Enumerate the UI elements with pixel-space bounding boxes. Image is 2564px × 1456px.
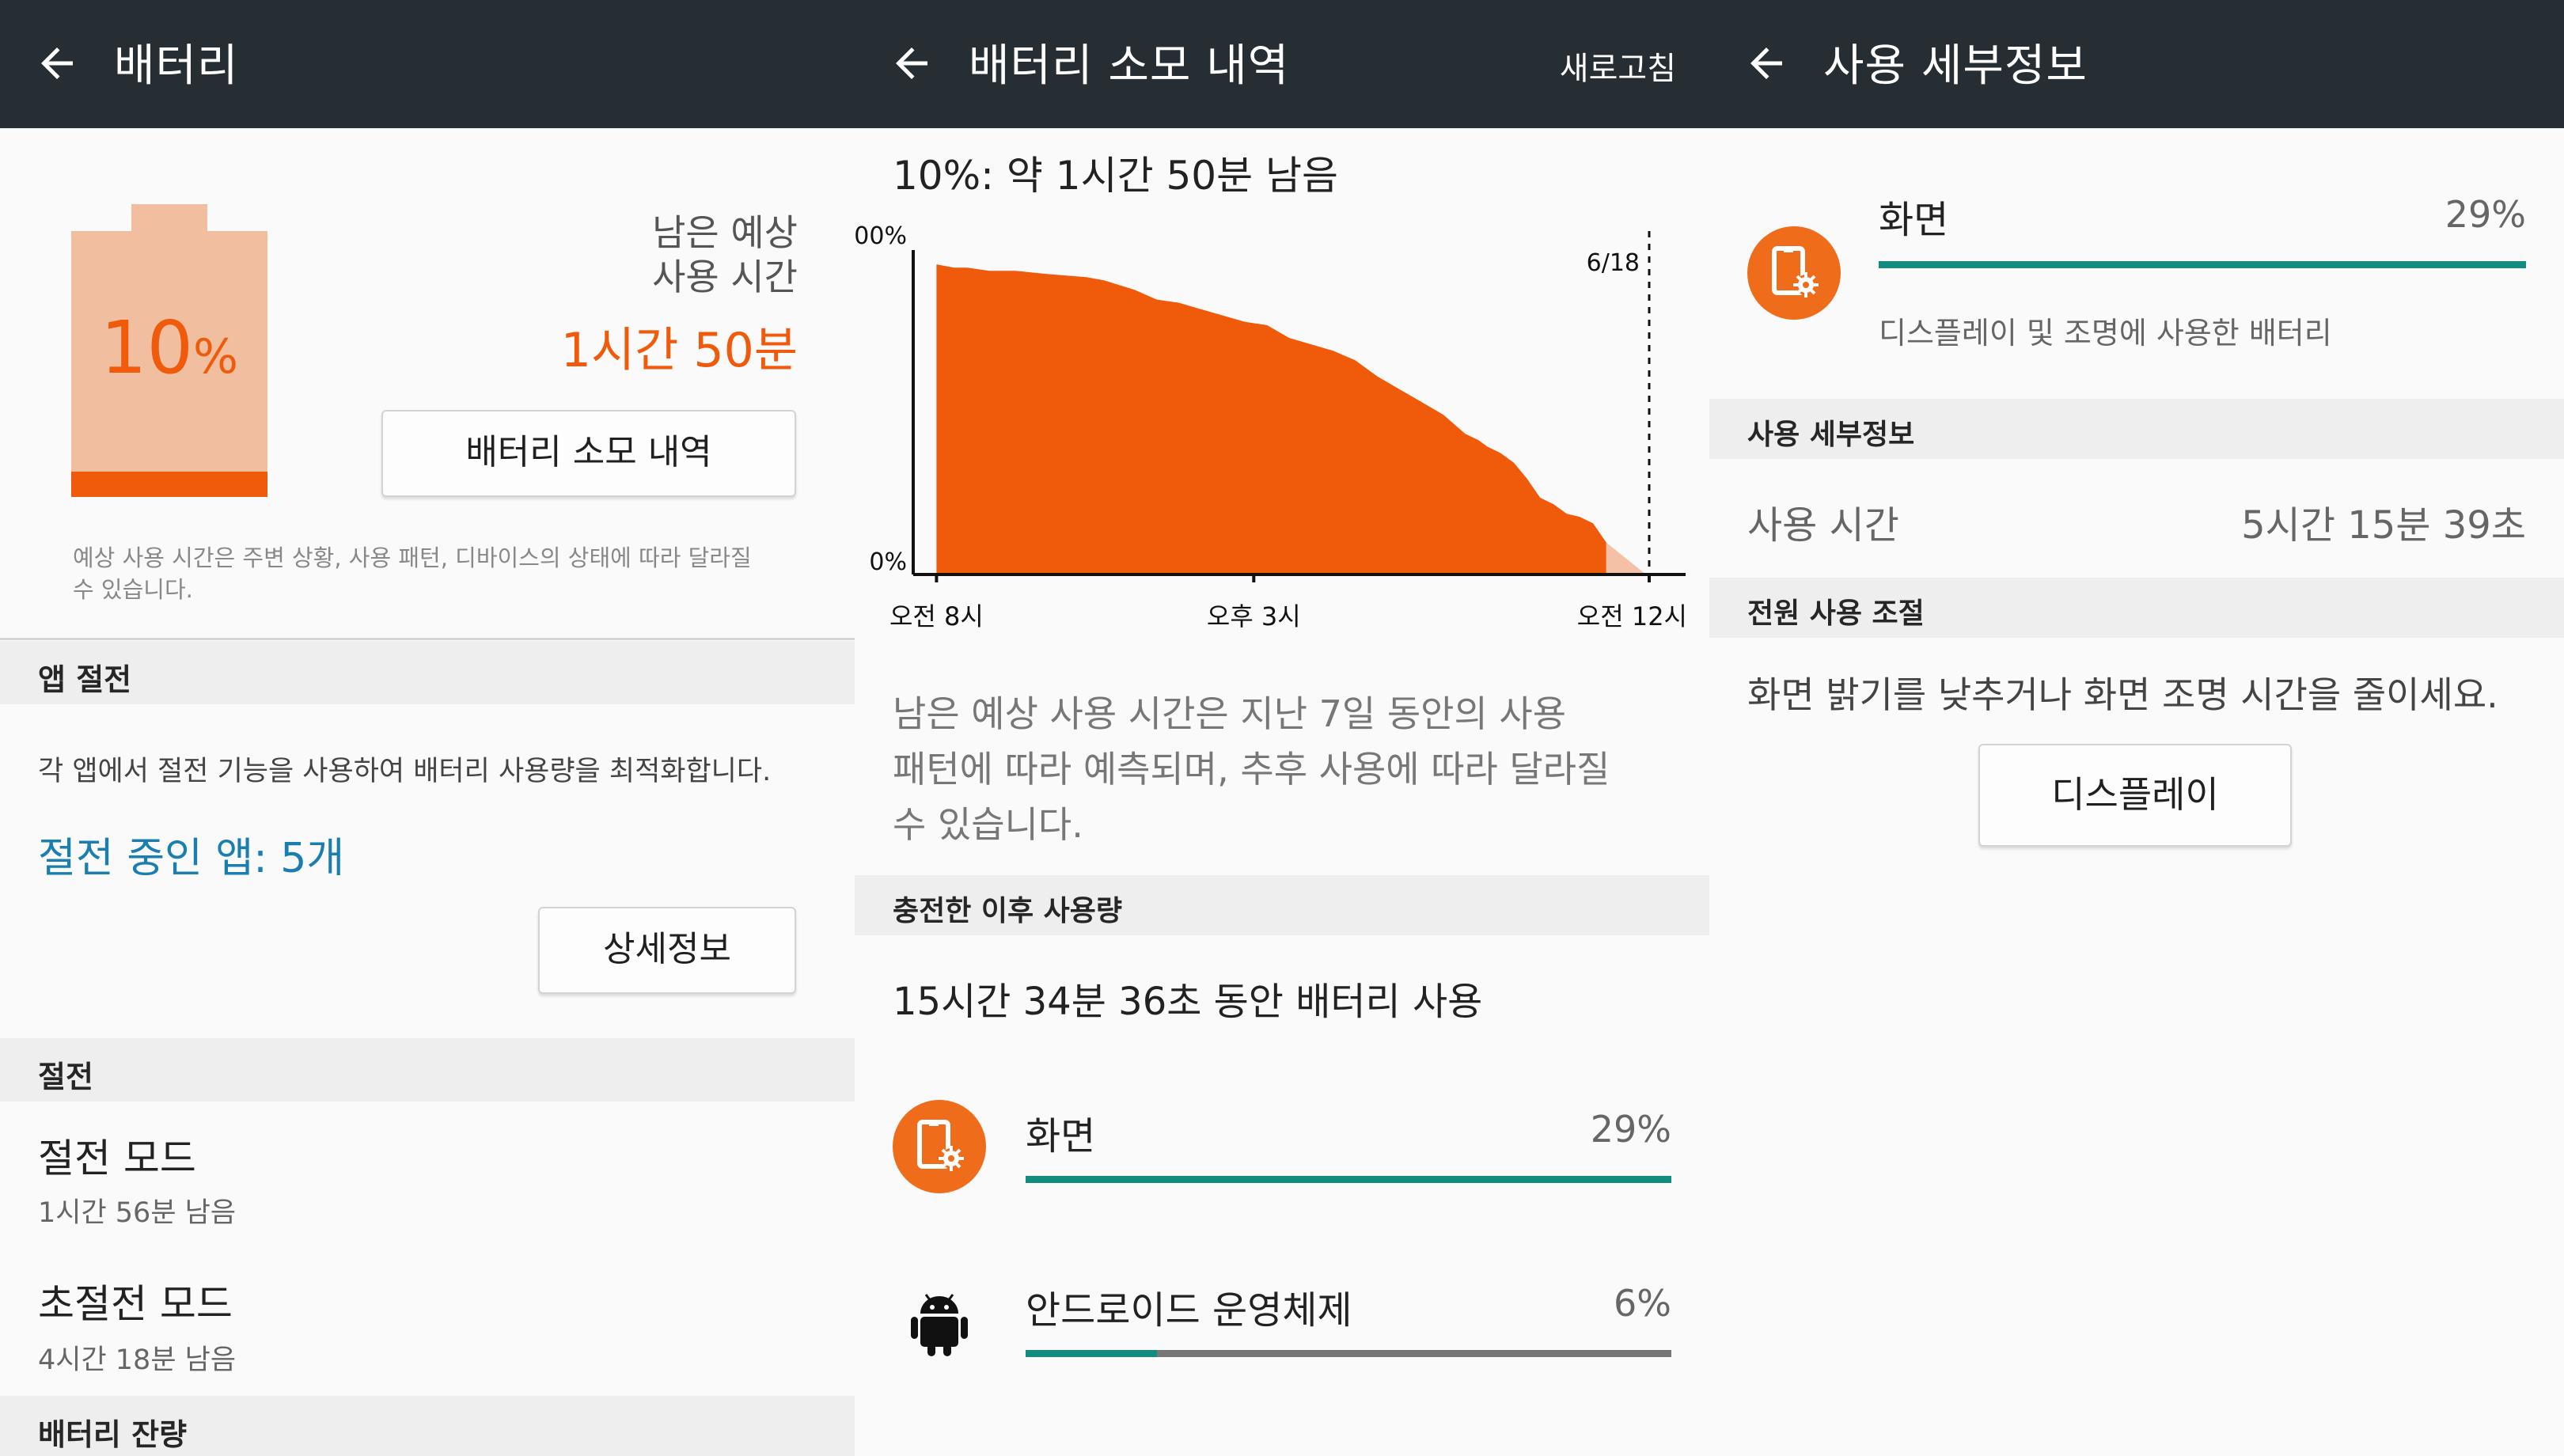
battery-history-chart: 100% 0% 오전 8시 오후 3시 오전 12시 6/18 xyxy=(855,222,1687,631)
disclaimer-line1: 예상 사용 시간은 주변 상황, 사용 패턴, 디바이스의 상태에 따라 달라질 xyxy=(73,544,752,571)
detail-item-screen: 화면 29% 디스플레이 및 조명에 사용한 배터리 xyxy=(1709,128,2564,397)
list-item-ultra-power-saving-mode[interactable]: 초절전 모드 4시간 18분 남음 xyxy=(0,1249,855,1396)
power-control-tip: 화면 밝기를 낮추거나 화면 조명 시간을 줄이세요. xyxy=(1747,673,2498,716)
usage-progress-bar xyxy=(1026,1176,1671,1183)
section-header-battery-remaining: 배터리 잔량 xyxy=(0,1396,855,1456)
display-button[interactable]: 디스플레이 xyxy=(1978,744,2292,847)
battery-graphic: 10% xyxy=(71,204,267,497)
estimate-note-line3: 수 있습니다. xyxy=(893,803,1083,846)
list-item-power-saving-mode[interactable]: 절전 모드 1시간 56분 남음 xyxy=(0,1101,855,1249)
arrow-left-icon[interactable] xyxy=(33,40,81,87)
usage-summary: 10%: 약 1시간 50분 남음 xyxy=(893,153,1338,199)
section-header-label: 절전 xyxy=(38,1060,93,1094)
divider xyxy=(0,638,855,640)
battery-usage-button[interactable]: 배터리 소모 내역 xyxy=(381,410,796,497)
battery-percent: 10% xyxy=(71,305,267,390)
app-power-link[interactable]: 절전 중인 앱: 5개 xyxy=(38,825,344,884)
battery-usage-screen: 배터리 소모 내역 새로고침 10%: 약 1시간 50분 남음 100% 0% 오… xyxy=(855,0,1709,1456)
since-charge-text: 15시간 34분 36초 동안 배터리 사용 xyxy=(893,980,1483,1024)
detail-item-name: 화면 xyxy=(1879,198,1949,242)
usage-item-percent: 6% xyxy=(1614,1282,1671,1325)
screen-settings-icon xyxy=(1747,226,1841,320)
usage-progress-bar xyxy=(1026,1350,1671,1357)
section-header-since-charge: 충전한 이후 사용량 xyxy=(855,875,1709,935)
usage-item-android-os[interactable]: 안드로이드 운영체제 6% xyxy=(855,1250,1709,1401)
battery-tip xyxy=(131,204,207,231)
section-header-usage-details: 사용 세부정보 xyxy=(1709,399,2564,459)
page-title: 사용 세부정보 xyxy=(1823,40,2088,92)
detail-progress-bar xyxy=(1879,261,2526,268)
list-item-subtitle: 1시간 56분 남음 xyxy=(38,1197,237,1229)
battery-level-fill xyxy=(71,472,267,497)
battery-screen: 배터리 10% 남은 예상 사용 시간 1시간 50분 배터리 소모 내역 예상… xyxy=(0,0,855,1456)
usage-item-screen[interactable]: 화면 29% xyxy=(855,1076,1709,1227)
app-bar: 사용 세부정보 xyxy=(1709,0,2564,128)
usage-item-name: 화면 xyxy=(1026,1114,1096,1158)
details-button[interactable]: 상세정보 xyxy=(538,907,796,994)
usage-item-name: 안드로이드 운영체제 xyxy=(1026,1288,1352,1333)
disclaimer-line2: 수 있습니다. xyxy=(73,576,193,603)
screen-settings-icon xyxy=(893,1100,986,1193)
section-header-label: 앱 절전 xyxy=(38,662,132,697)
detail-progress-fill xyxy=(1879,261,2526,268)
section-header-label: 충전한 이후 사용량 xyxy=(893,895,1123,927)
android-icon xyxy=(893,1274,986,1367)
usage-time-row: 사용 시간 5시간 15분 39초 xyxy=(1709,459,2564,578)
refresh-button[interactable]: 새로고침 xyxy=(1560,43,1676,89)
app-bar: 배터리 xyxy=(0,0,855,128)
usage-item-percent: 29% xyxy=(1590,1108,1671,1151)
list-item-subtitle: 4시간 18분 남음 xyxy=(38,1344,237,1376)
x-tick-label: 오전 12시 xyxy=(1577,601,1687,631)
list-item-title: 초절전 모드 xyxy=(38,1281,233,1327)
usage-details-screen: 사용 세부정보 화면 29% 디스플레이 및 조명에 사용한 배터리 사용 세부… xyxy=(1709,0,2564,1456)
section-header-power-control: 전원 사용 조절 xyxy=(1709,578,2564,638)
page-title: 배터리 소모 내역 xyxy=(969,40,1290,92)
x-tick-label: 오후 3시 xyxy=(1207,601,1301,631)
section-header-power-saving: 절전 xyxy=(0,1038,855,1101)
battery-percent-sign: % xyxy=(193,329,239,385)
detail-item-percent: 29% xyxy=(2445,193,2526,236)
section-header-label: 전원 사용 조절 xyxy=(1747,597,1925,630)
battery-history-area xyxy=(936,264,1606,574)
arrow-left-icon[interactable] xyxy=(1743,40,1790,87)
list-item-title: 절전 모드 xyxy=(38,1136,196,1181)
usage-progress-fill xyxy=(1026,1350,1157,1357)
y-tick-label: 100% xyxy=(855,222,907,250)
section-header-label: 사용 세부정보 xyxy=(1747,419,1915,451)
battery-percent-number: 10 xyxy=(100,305,194,390)
section-header-label: 배터리 잔량 xyxy=(38,1417,188,1452)
usage-time-value: 5시간 15분 39초 xyxy=(2241,503,2526,548)
battery-prediction-area xyxy=(1606,542,1646,574)
app-power-description: 각 앱에서 절전 기능을 사용하여 배터리 사용량을 최적화합니다. xyxy=(38,756,772,787)
usage-progress-fill xyxy=(1026,1176,1671,1183)
detail-item-description: 디스플레이 및 조명에 사용한 배터리 xyxy=(1879,316,2332,351)
estimate-note-line1: 남은 예상 사용 시간은 지난 7일 동안의 사용 xyxy=(893,692,1567,735)
app-bar: 배터리 소모 내역 새로고침 xyxy=(855,0,1709,128)
usage-time-label: 사용 시간 xyxy=(1747,503,1899,548)
date-marker-label: 6/18 xyxy=(1587,249,1640,277)
section-header-app-power: 앱 절전 xyxy=(0,641,855,704)
estimate-note-line2: 패턴에 따라 예측되며, 추후 사용에 따라 달라질 xyxy=(893,748,1610,791)
remaining-time: 1시간 50분 xyxy=(560,323,798,378)
y-tick-label: 0% xyxy=(869,548,907,576)
x-tick-label: 오전 8시 xyxy=(889,601,984,631)
page-title: 배터리 xyxy=(114,40,239,92)
arrow-left-icon[interactable] xyxy=(888,40,935,87)
remaining-label-line2: 사용 시간 xyxy=(652,256,798,298)
